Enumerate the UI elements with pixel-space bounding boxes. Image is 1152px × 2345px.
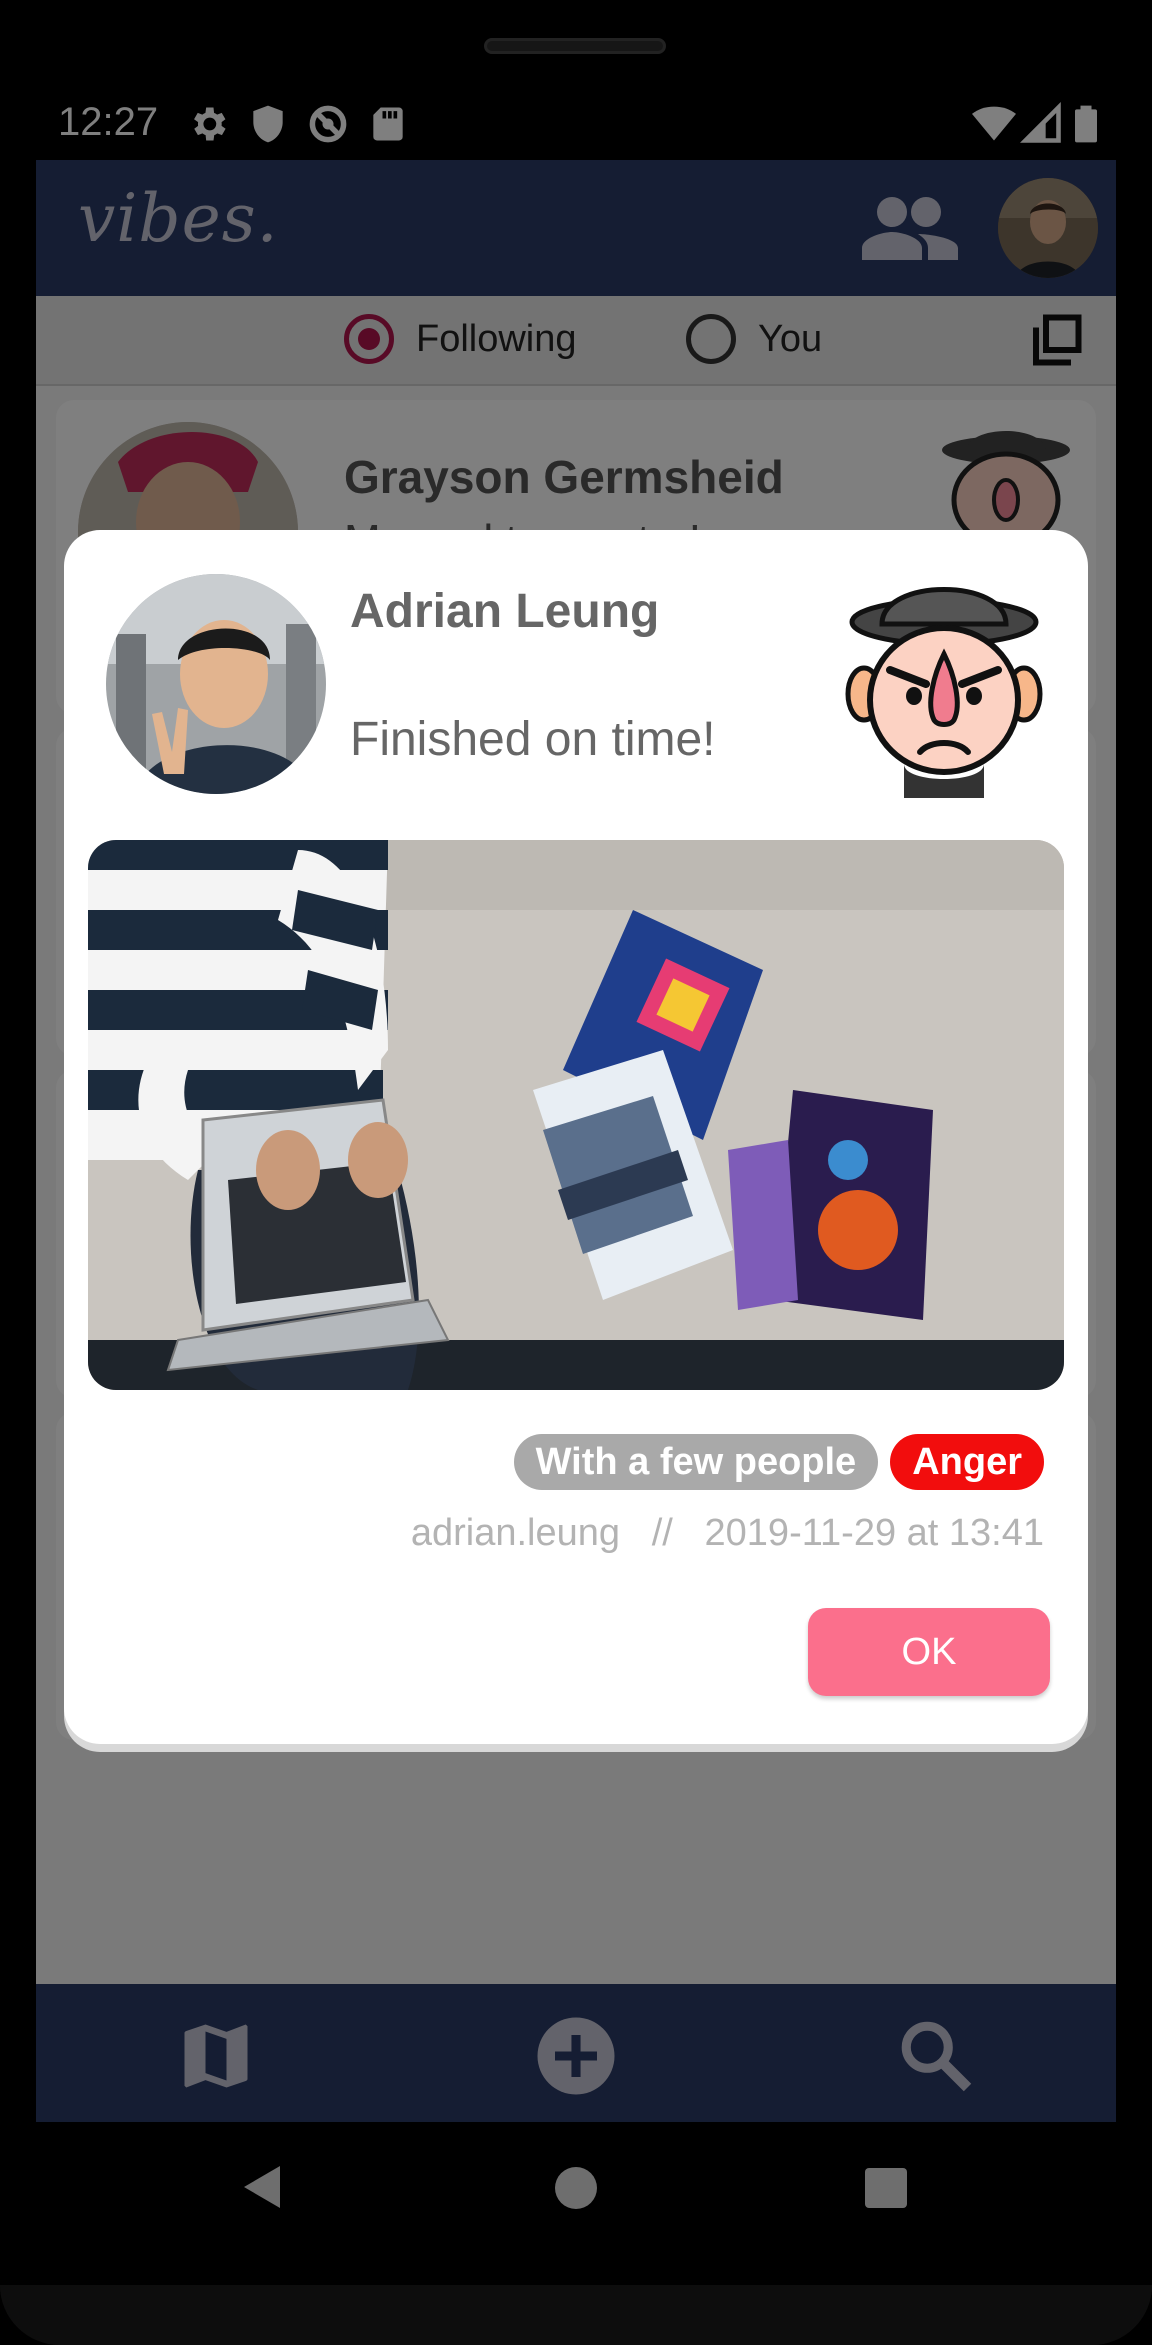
anger-face-icon [845, 587, 1043, 798]
tag-emotion: Anger [890, 1434, 1044, 1490]
post-detail-dialog: Adrian Leung Finished on time! With a fe… [64, 530, 1088, 1744]
dialog-author-avatar [106, 574, 326, 794]
post-meta: adrian.leung // 2019-11-29 at 13:41 [411, 1512, 1044, 1555]
dialog-author-name: Adrian Leung [350, 585, 660, 638]
post-tags: With a few people Anger [513, 1434, 1044, 1490]
meta-separator: // [651, 1512, 673, 1554]
dialog-message: Finished on time! [350, 713, 716, 766]
post-timestamp: 2019-11-29 at 13:41 [704, 1512, 1044, 1554]
post-username: adrian.leung [410, 1512, 621, 1554]
device-frame: 12:27 vibes. [0, 0, 1152, 2345]
tag-company: With a few people [513, 1434, 879, 1490]
ok-button[interactable]: OK [808, 1608, 1050, 1696]
post-photo [88, 840, 1064, 1390]
